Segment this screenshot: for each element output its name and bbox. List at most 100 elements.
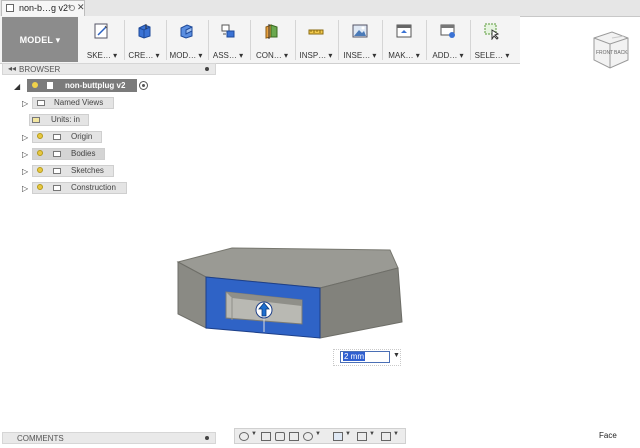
toolbar-sketch-label: SKE… ▾ — [86, 51, 118, 60]
folder-icon — [53, 185, 61, 191]
workspace-label: MODEL ▾ — [19, 35, 61, 45]
activate-component-icon[interactable] — [139, 81, 148, 90]
toolbar-modify[interactable]: MOD… ▾ — [166, 18, 206, 62]
visibility-bulb-icon[interactable] — [37, 150, 43, 156]
assemble-icon — [221, 24, 235, 38]
folder-icon — [37, 100, 45, 106]
zoom-window-icon[interactable] — [303, 432, 313, 441]
chevron-down-icon[interactable]: ▼ — [369, 431, 375, 437]
comments-title: COMMENTS — [17, 434, 64, 443]
toolbar-divider — [382, 20, 383, 60]
chevron-down-icon[interactable]: ▼ — [315, 431, 321, 437]
viewports-icon[interactable] — [381, 432, 391, 441]
chevron-down-icon[interactable]: ▼ — [393, 431, 399, 437]
viewcube-front-label[interactable]: FRONT — [596, 50, 613, 56]
toolbar-make-label: MAK… ▾ — [388, 51, 420, 60]
select-icon — [484, 23, 500, 40]
document-tab-strip: non-b…g v2* ✕ — [0, 0, 640, 17]
chevron-down-icon[interactable]: ▼ — [251, 431, 257, 437]
toolbar-construct[interactable]: CON… ▾ — [252, 18, 292, 62]
browser-item-label: Sketches — [71, 166, 104, 175]
browser-item-bodies[interactable]: ▷ Bodies — [22, 148, 112, 160]
browser-root-node[interactable]: non-buttplug v2 — [27, 79, 137, 92]
browser-item-construction[interactable]: ▷ Construction — [22, 182, 132, 194]
browser-item-sketches[interactable]: ▷ Sketches — [22, 165, 122, 177]
inspect-icon — [308, 29, 324, 35]
collapse-icon[interactable]: ◂◂ — [8, 64, 16, 73]
toolbar-insert-label: INSE… ▾ — [343, 51, 377, 60]
units-icon — [32, 117, 40, 123]
expand-right-icon[interactable]: ▷ — [22, 133, 28, 142]
orbit-icon[interactable] — [239, 432, 249, 441]
browser-item-label: Origin — [71, 132, 93, 141]
visibility-bulb-icon[interactable] — [37, 184, 43, 190]
expand-down-icon[interactable]: ◢ — [14, 82, 20, 91]
expand-right-icon[interactable]: ▷ — [22, 167, 28, 176]
grid-icon[interactable] — [357, 432, 367, 441]
selection-status: Face — [599, 431, 617, 440]
toolbar-assemble-label: ASS… ▾ — [212, 51, 244, 60]
extrude-arrow-handle[interactable] — [255, 301, 273, 319]
visibility-bulb-icon[interactable] — [37, 133, 43, 139]
browser-item-units[interactable]: Units: in — [22, 114, 102, 126]
zoom-icon[interactable] — [289, 432, 299, 441]
browser-header[interactable]: ◂◂ BROWSER — [2, 63, 216, 75]
main-toolbar: MODEL ▾ SKE… ▾ CRE… ▾ MOD… ▾ ASS… ▾ CON…… — [0, 16, 520, 64]
chevron-down-icon[interactable]: ▼ — [345, 431, 351, 437]
toolbar-divider — [250, 20, 251, 60]
addins-icon — [440, 24, 455, 38]
create-icon — [138, 24, 151, 39]
expand-right-icon[interactable]: ▷ — [22, 150, 28, 159]
dropdown-arrow-icon[interactable]: ▼ — [393, 352, 400, 359]
folder-icon — [53, 151, 61, 157]
model-canvas-body[interactable] — [170, 240, 410, 350]
pin-icon[interactable] — [205, 436, 209, 440]
toolbar-create-label: CRE… ▾ — [128, 51, 160, 60]
toolbar-select[interactable]: SELE… ▾ — [472, 18, 512, 62]
root-expand-toggle[interactable]: ◢ — [14, 80, 24, 92]
browser-item-named-views[interactable]: ▷ Named Views — [22, 97, 122, 109]
browser-item-label: Named Views — [54, 98, 104, 107]
folder-icon — [53, 134, 61, 140]
insert-icon — [352, 24, 368, 38]
toolbar-inspect[interactable]: INSP… ▾ — [296, 18, 336, 62]
close-tab-icon[interactable]: ✕ — [77, 2, 85, 13]
history-icon — [69, 5, 75, 11]
browser-item-label: Units: in — [51, 115, 80, 124]
workspace-switcher-button[interactable]: MODEL ▾ — [2, 17, 78, 62]
toolbar-inspect-label: INSP… ▾ — [299, 51, 333, 60]
toolbar-select-label: SELE… ▾ — [474, 51, 510, 60]
browser-item-label: Construction — [71, 183, 116, 192]
pan-icon[interactable] — [275, 432, 285, 441]
sketch-icon — [94, 23, 108, 39]
toolbar-insert[interactable]: INSE… ▾ — [340, 18, 380, 62]
document-icon — [6, 4, 14, 12]
browser-item-origin[interactable]: ▷ Origin — [22, 131, 112, 143]
extrude-distance-value[interactable]: 2 mm — [343, 352, 365, 361]
document-tab[interactable]: non-b…g v2* ✕ — [1, 0, 85, 16]
expand-right-icon[interactable]: ▷ — [22, 184, 28, 193]
visibility-bulb-icon[interactable] — [37, 167, 43, 173]
folder-icon — [53, 168, 61, 174]
document-icon — [47, 82, 53, 89]
visibility-bulb-icon[interactable] — [32, 82, 38, 88]
toolbar-sketch[interactable]: SKE… ▾ — [82, 18, 122, 62]
toolbar-make[interactable]: MAK… ▾ — [384, 18, 424, 62]
toolbar-assemble[interactable]: ASS… ▾ — [208, 18, 248, 62]
viewcube[interactable]: FRONT BACK — [588, 28, 632, 72]
expand-right-icon[interactable]: ▷ — [22, 99, 28, 108]
toolbar-create[interactable]: CRE… ▾ — [124, 18, 164, 62]
toolbar-addins[interactable]: ADD… ▾ — [428, 18, 468, 62]
comments-header[interactable]: COMMENTS — [2, 432, 216, 444]
extrude-distance-input[interactable]: 2 mm — [340, 351, 390, 363]
viewcube-back-label[interactable]: BACK — [614, 50, 628, 56]
pin-icon[interactable] — [205, 67, 209, 71]
look-at-icon[interactable] — [261, 432, 271, 441]
make-icon — [396, 24, 412, 38]
toolbar-divider — [470, 20, 471, 60]
browser-title: BROWSER — [19, 65, 61, 74]
toolbar-construct-label: CON… ▾ — [255, 51, 288, 60]
construct-icon — [265, 24, 278, 39]
toolbar-modify-label: MOD… ▾ — [169, 51, 203, 60]
display-settings-icon[interactable] — [333, 432, 343, 441]
